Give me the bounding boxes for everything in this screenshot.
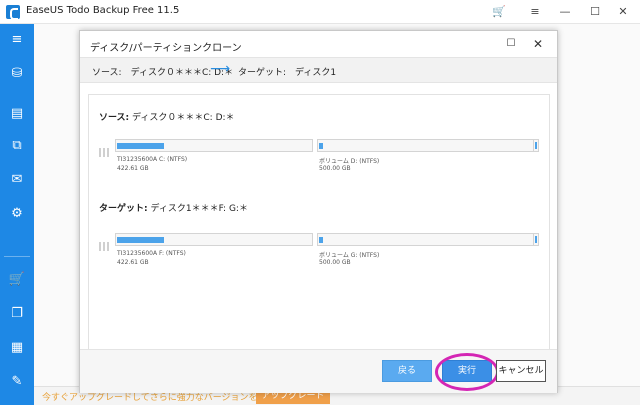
disk-tail-icon (533, 139, 539, 152)
partition-name: TI31235600A C: (NTFS) (117, 156, 188, 163)
minimize-icon[interactable]: — (556, 3, 574, 21)
maximize-icon[interactable]: ☐ (504, 37, 518, 51)
target-disk-map[interactable]: TI31235600A F: (NTFS) 422.61 GB ボリューム G:… (99, 233, 539, 273)
partition-name: ボリューム G: (NTFS) (319, 252, 380, 259)
cart-icon[interactable]: 🛒 (7, 270, 27, 290)
source-label-rest: ディスク０＊＊＊C: D:＊ (132, 113, 235, 123)
partition-name: ボリューム D: (NTFS) (319, 158, 380, 165)
target-label-rest: ディスク1＊＊＊F: G:＊ (150, 204, 248, 214)
dialog-footer: 戻る 実行 キャンセル (80, 349, 557, 393)
close-icon[interactable]: ✕ (530, 36, 546, 52)
partition-size: 422.61 GB (117, 259, 149, 266)
partition-size: 422.61 GB (117, 165, 149, 172)
partition-bar[interactable] (115, 233, 313, 246)
partition-size: 500.00 GB (319, 259, 351, 266)
sidebar: ≡ ⛁ ▤ ⧉ ✉ ⚙ 🛒 ❐ ▦ ✎ (0, 24, 34, 405)
arrow-right-icon: ⟶ (210, 61, 231, 77)
disk-header-icon (99, 142, 113, 157)
disk-header-icon (99, 236, 113, 251)
disk-panel: ソース: ディスク０＊＊＊C: D:＊ TI31235600A C: (NTFS… (88, 94, 550, 350)
app-logo-icon (6, 5, 20, 20)
partition-bar[interactable] (317, 233, 539, 246)
close-icon[interactable]: ✕ (614, 3, 632, 21)
partition-size: 500.00 GB (319, 165, 351, 172)
tools-icon[interactable]: ✎ (7, 372, 27, 392)
target-disk-label: ターゲット: ディスク1＊＊＊F: G:＊ (99, 201, 248, 214)
cart-icon[interactable]: 🛒 (490, 3, 508, 21)
disk-backup-icon[interactable]: ⛁ (7, 64, 27, 84)
copy-icon[interactable]: ⧉ (7, 136, 27, 156)
mail-backup-icon[interactable]: ✉ (7, 170, 27, 190)
maximize-icon[interactable]: ☐ (586, 3, 604, 21)
partition-name: TI31235600A F: (NTFS) (117, 250, 186, 257)
windows-tools-icon[interactable]: ▦ (7, 338, 27, 358)
back-button[interactable]: 戻る (382, 360, 432, 382)
source-disk-map[interactable]: TI31235600A C: (NTFS) 422.61 GB ボリューム D:… (99, 139, 539, 179)
partition-used-fill (117, 143, 164, 149)
smart-backup-icon[interactable]: ⚙ (7, 204, 27, 224)
cancel-button[interactable]: キャンセル (496, 360, 546, 382)
file-backup-icon[interactable]: ▤ (7, 104, 27, 124)
sidebar-divider (4, 256, 30, 257)
partition-used-fill (117, 237, 164, 243)
partition-used-fill (319, 237, 323, 243)
title-bar: EaseUS Todo Backup Free 11.5 🛒 ≡ — ☐ ✕ (0, 0, 640, 24)
source-disk-label: ソース: ディスク０＊＊＊C: D:＊ (99, 110, 235, 123)
hamburger-menu-icon[interactable]: ≡ (7, 30, 27, 50)
route-target: ターゲット: ディスク1 (238, 68, 337, 78)
target-label-prefix: ターゲット: (99, 204, 148, 214)
app-window: EaseUS Todo Backup Free 11.5 🛒 ≡ — ☐ ✕ ≡… (0, 0, 640, 405)
dialog-title: ディスク/パーティションクローン (90, 43, 242, 54)
source-label-prefix: ソース: (99, 113, 130, 123)
menu-icon[interactable]: ≡ (526, 3, 544, 21)
disk-tail-icon (533, 233, 539, 246)
clone-dialog: ディスク/パーティションクローン ☐ ✕ ソース: ディスク０＊＊＊C: D:＊… (79, 30, 558, 393)
clone-icon[interactable]: ❐ (7, 304, 27, 324)
partition-bar[interactable] (115, 139, 313, 152)
highlight-circle (435, 353, 499, 391)
app-title: EaseUS Todo Backup Free 11.5 (26, 5, 180, 16)
partition-bar[interactable] (317, 139, 539, 152)
clone-route-bar: ソース: ディスク０＊＊＊C: D:＊ ⟶ ターゲット: ディスク1 (80, 57, 557, 83)
partition-used-fill (319, 143, 323, 149)
